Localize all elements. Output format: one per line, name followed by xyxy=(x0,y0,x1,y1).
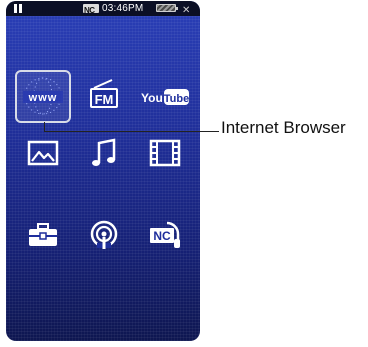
svg-text:FM: FM xyxy=(95,92,114,107)
photo-icon xyxy=(27,140,59,166)
fm-radio-icon: FM xyxy=(90,79,118,108)
svg-text:NC: NC xyxy=(153,229,171,243)
mute-icon: ✕ xyxy=(182,5,191,16)
menu-item-internet-browser[interactable]: www xyxy=(17,72,69,120)
svg-text:Tube: Tube xyxy=(164,93,189,105)
clock: 03:46PM xyxy=(102,3,144,14)
menu-item-noise-canceling[interactable]: NC xyxy=(139,211,191,259)
menu-item-youtube[interactable]: You Tube xyxy=(136,72,194,120)
www-icon: www xyxy=(23,77,63,115)
menu-item-settings[interactable] xyxy=(17,211,69,259)
menu-item-podcast[interactable] xyxy=(78,211,130,259)
noise-cancel-badge: NC xyxy=(83,4,99,15)
status-bar: NC 03:46PM ✕ xyxy=(6,1,200,16)
svg-text:You: You xyxy=(141,91,163,105)
device-screen: NC 03:46PM ✕ www FM You Tube NC xyxy=(6,1,200,341)
podcast-icon xyxy=(90,220,118,249)
music-note-icon xyxy=(92,138,116,166)
film-icon xyxy=(149,139,181,167)
menu-item-fm-radio[interactable]: FM xyxy=(78,72,130,120)
youtube-icon: You Tube xyxy=(141,89,189,105)
figure: NC 03:46PM ✕ www FM You Tube NC Internet… xyxy=(0,0,368,347)
menu-item-video[interactable] xyxy=(139,129,191,177)
noise-cancel-badge-text: NC xyxy=(84,6,95,15)
pause-icon xyxy=(14,4,22,13)
callout-label: Internet Browser xyxy=(221,118,346,137)
menu-item-photo[interactable] xyxy=(17,129,69,177)
svg-text:www: www xyxy=(28,92,58,104)
battery-icon xyxy=(156,4,178,12)
toolbox-icon xyxy=(29,223,57,246)
menu-item-music[interactable] xyxy=(78,129,130,177)
callout-leader-horizontal xyxy=(44,131,219,132)
noise-cancel-icon: NC xyxy=(150,221,180,248)
